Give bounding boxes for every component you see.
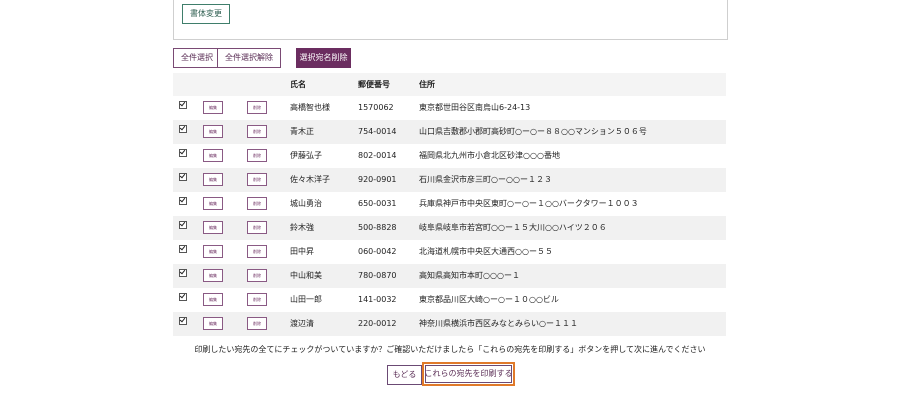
row-zip: 060-0042 (358, 247, 397, 256)
select-all-button[interactable]: 全件選択 (173, 48, 221, 68)
row-checkbox[interactable] (179, 101, 187, 109)
row-address: 石川県金沢市彦三町○ー○○ー１２３ (419, 175, 552, 184)
row-zip: 802-0014 (358, 151, 397, 160)
row-name: 伊藤弘子 (290, 151, 322, 160)
delete-button[interactable]: 削除 (247, 197, 267, 210)
row-checkbox[interactable] (179, 293, 187, 301)
font-settings-panel: 書体変更 (173, 0, 728, 40)
row-address: 北海道札幌市中央区大通西○○ー５５ (419, 247, 553, 256)
row-name: 佐々木洋子 (290, 175, 330, 184)
row-address: 東京都品川区大崎○ー○ー１０○○ビル (419, 295, 559, 304)
row-zip: 780-0870 (358, 271, 397, 280)
row-zip: 220-0012 (358, 319, 397, 328)
row-zip: 920-0901 (358, 175, 397, 184)
delete-button[interactable]: 削除 (247, 125, 267, 138)
row-name: 中山和美 (290, 271, 322, 280)
address-table: 氏名 郵便番号 住所 編集 削除 高橋智也様 1570062 東京都世田谷区南烏山6-2… (173, 73, 726, 336)
table-row: 編集 削除 伊藤弘子 802-0014 福岡県北九州市小倉北区砂津○○○番地 (173, 144, 726, 168)
row-checkbox[interactable] (179, 173, 187, 181)
table-row: 編集 削除 高橋智也様 1570062 東京都世田谷区南烏山6-24-13 (173, 96, 726, 120)
row-address: 東京都世田谷区南烏山6-24-13 (419, 103, 531, 112)
font-change-button[interactable]: 書体変更 (182, 4, 230, 24)
delete-button[interactable]: 削除 (247, 245, 267, 258)
row-checkbox[interactable] (179, 149, 187, 157)
row-checkbox[interactable] (179, 245, 187, 253)
header-address: 住所 (419, 80, 435, 89)
table-row: 編集 削除 中山和美 780-0870 高知県高知市本町○○○ー１ (173, 264, 726, 288)
row-address: 岐阜県岐阜市若宮町○○ー１５大川○○ハイツ２０６ (419, 223, 607, 232)
row-name: 田中昇 (290, 247, 314, 256)
edit-button[interactable]: 編集 (203, 269, 223, 282)
row-name: 高橋智也様 (290, 103, 330, 112)
table-body: 編集 削除 高橋智也様 1570062 東京都世田谷区南烏山6-24-13 編集 削除 青木正… (173, 96, 726, 336)
delete-button[interactable]: 削除 (247, 293, 267, 306)
row-checkbox[interactable] (179, 269, 187, 277)
edit-button[interactable]: 編集 (203, 245, 223, 258)
row-checkbox[interactable] (179, 125, 187, 133)
delete-button[interactable]: 削除 (247, 317, 267, 330)
row-address: 福岡県北九州市小倉北区砂津○○○番地 (419, 151, 560, 160)
row-checkbox[interactable] (179, 197, 187, 205)
row-name: 青木正 (290, 127, 314, 136)
edit-button[interactable]: 編集 (203, 197, 223, 210)
row-zip: 141-0032 (358, 295, 397, 304)
row-zip: 500-8828 (358, 223, 397, 232)
delete-selected-button[interactable]: 選択宛名削除 (296, 48, 351, 68)
table-row: 編集 削除 田中昇 060-0042 北海道札幌市中央区大通西○○ー５５ (173, 240, 726, 264)
table-row: 編集 削除 城山勇治 650-0031 兵庫県神戸市中央区東町○ー○ー１○○バークタワー… (173, 192, 726, 216)
delete-button[interactable]: 削除 (247, 101, 267, 114)
edit-button[interactable]: 編集 (203, 221, 223, 234)
row-zip: 1570062 (358, 103, 394, 112)
delete-button[interactable]: 削除 (247, 149, 267, 162)
table-row: 編集 削除 鈴木強 500-8828 岐阜県岐阜市若宮町○○ー１５大川○○ハイツ２０６ (173, 216, 726, 240)
deselect-all-button[interactable]: 全件選択解除 (217, 48, 281, 68)
row-address: 山口県吉敷郡小郡町高砂町○ー○ー８８○○マンション５０６号 (419, 127, 647, 136)
table-header: 氏名 郵便番号 住所 (173, 73, 726, 96)
row-checkbox[interactable] (179, 221, 187, 229)
row-zip: 754-0014 (358, 127, 397, 136)
edit-button[interactable]: 編集 (203, 125, 223, 138)
edit-button[interactable]: 編集 (203, 317, 223, 330)
delete-button[interactable]: 削除 (247, 173, 267, 186)
delete-button[interactable]: 削除 (247, 269, 267, 282)
edit-button[interactable]: 編集 (203, 293, 223, 306)
row-name: 渡辺清 (290, 319, 314, 328)
edit-button[interactable]: 編集 (203, 101, 223, 114)
row-address: 神奈川県横浜市西区みなとみらい○ー１１１ (419, 319, 578, 328)
edit-button[interactable]: 編集 (203, 173, 223, 186)
row-address: 兵庫県神戸市中央区東町○ー○ー１○○バークタワー１００３ (419, 199, 639, 208)
row-name: 城山勇治 (290, 199, 322, 208)
table-row: 編集 削除 佐々木洋子 920-0901 石川県金沢市彦三町○ー○○ー１２３ (173, 168, 726, 192)
row-name: 山田一郎 (290, 295, 322, 304)
table-row: 編集 削除 山田一郎 141-0032 東京都品川区大崎○ー○ー１０○○ビル (173, 288, 726, 312)
delete-button[interactable]: 削除 (247, 221, 267, 234)
row-name: 鈴木強 (290, 223, 314, 232)
row-address: 高知県高知市本町○○○ー１ (419, 271, 520, 280)
row-zip: 650-0031 (358, 199, 397, 208)
edit-button[interactable]: 編集 (203, 149, 223, 162)
back-button[interactable]: もどる (387, 365, 422, 385)
table-row: 編集 削除 渡辺清 220-0012 神奈川県横浜市西区みなとみらい○ー１１１ (173, 312, 726, 336)
header-zip: 郵便番号 (358, 80, 390, 89)
header-name: 氏名 (290, 80, 306, 89)
print-addresses-button[interactable]: これらの宛先を印刷する (422, 362, 515, 386)
table-row: 編集 削除 青木正 754-0014 山口県吉敷郡小郡町高砂町○ー○ー８８○○マンション… (173, 120, 726, 144)
row-checkbox[interactable] (179, 317, 187, 325)
confirmation-notice: 印刷したい宛先の全てにチェックがついていますか？ご確認いただけましたら「これらの… (194, 345, 706, 354)
